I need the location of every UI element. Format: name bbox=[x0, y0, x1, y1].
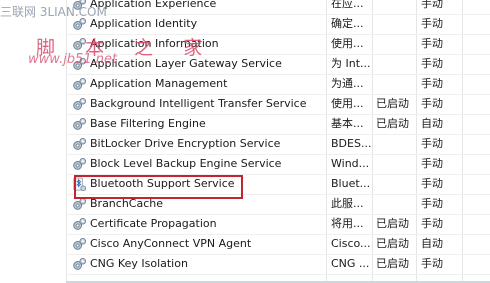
service-startup-type: 手动 bbox=[421, 17, 443, 30]
service-name: Certificate Propagation bbox=[90, 217, 217, 230]
gear-icon bbox=[72, 137, 87, 152]
gear-icon bbox=[72, 157, 87, 172]
gear-icon bbox=[72, 237, 87, 252]
gear-icon bbox=[72, 197, 87, 212]
service-startup-type: 自动 bbox=[421, 117, 443, 130]
service-description: Bluet... bbox=[331, 177, 371, 190]
service-description: 使用... bbox=[331, 97, 364, 110]
table-row[interactable]: CNG Key Isolation CNG ... 已启动 手动 bbox=[0, 254, 490, 274]
service-name: Application Management bbox=[90, 77, 228, 90]
table-row[interactable]: Base Filtering Engine 基本... 已启动 自动 bbox=[0, 114, 490, 134]
service-startup-type: 手动 bbox=[421, 197, 443, 210]
table-row[interactable]: BitLocker Drive Encryption Service BDES..… bbox=[0, 134, 490, 154]
service-startup-type: 手动 bbox=[421, 77, 443, 90]
row-divider bbox=[66, 274, 490, 275]
service-description: 使用... bbox=[331, 37, 364, 50]
watermark-line1: 三联网 3LIAN.COM bbox=[0, 5, 107, 19]
table-row[interactable]: Background Intelligent Transfer Service 使… bbox=[0, 94, 490, 114]
service-status: 已启动 bbox=[376, 237, 409, 250]
service-description: 将用... bbox=[331, 217, 364, 230]
service-startup-type: 手动 bbox=[421, 37, 443, 50]
gear-icon bbox=[72, 217, 87, 232]
table-row[interactable]: Block Level Backup Engine Service Wind...… bbox=[0, 154, 490, 174]
service-description: 为通... bbox=[331, 77, 364, 90]
service-description: CNG ... bbox=[331, 257, 370, 270]
service-name: Application Experience bbox=[90, 0, 217, 10]
service-description: 为 Int... bbox=[331, 57, 371, 70]
service-startup-type: 手动 bbox=[421, 157, 443, 170]
service-startup-type: 手动 bbox=[421, 217, 443, 230]
service-name: Background Intelligent Transfer Service bbox=[90, 97, 307, 110]
service-startup-type: 手动 bbox=[421, 57, 443, 70]
service-name: Base Filtering Engine bbox=[90, 117, 206, 130]
watermark-line3: www.jb51.net bbox=[28, 52, 118, 67]
gear-icon bbox=[72, 97, 87, 112]
service-description: 基本... bbox=[331, 117, 364, 130]
service-description: Cisco... bbox=[331, 237, 371, 250]
service-name: BitLocker Drive Encryption Service bbox=[90, 137, 281, 150]
service-startup-type: 手动 bbox=[421, 177, 443, 190]
service-status: 已启动 bbox=[376, 117, 409, 130]
gear-icon bbox=[72, 117, 87, 132]
service-startup-type: 手动 bbox=[421, 257, 443, 270]
service-description: 确定... bbox=[331, 17, 364, 30]
service-startup-type: 手动 bbox=[421, 137, 443, 150]
service-description: 此服... bbox=[331, 197, 364, 210]
service-status: 已启动 bbox=[376, 257, 409, 270]
gear-icon bbox=[72, 257, 87, 272]
gear-icon bbox=[72, 77, 87, 92]
table-row[interactable]: Application Management 为通... 手动 bbox=[0, 74, 490, 94]
service-description: BDES... bbox=[331, 137, 371, 150]
table-row[interactable]: Certificate Propagation 将用... 已启动 手动 bbox=[0, 214, 490, 234]
service-name: CNG Key Isolation bbox=[90, 257, 188, 270]
service-status: 已启动 bbox=[376, 97, 409, 110]
highlight-box bbox=[74, 175, 243, 199]
service-startup-type: 手动 bbox=[421, 97, 443, 110]
service-status: 已启动 bbox=[376, 217, 409, 230]
service-description: Wind... bbox=[331, 157, 370, 170]
service-description: 在应... bbox=[331, 0, 364, 10]
service-name: Block Level Backup Engine Service bbox=[90, 157, 282, 170]
table-row[interactable]: Cisco AnyConnect VPN Agent Cisco... 已启动 自动 bbox=[0, 234, 490, 254]
service-name: Cisco AnyConnect VPN Agent bbox=[90, 237, 252, 250]
service-startup-type: 自动 bbox=[421, 237, 443, 250]
service-startup-type: 手动 bbox=[421, 0, 443, 10]
